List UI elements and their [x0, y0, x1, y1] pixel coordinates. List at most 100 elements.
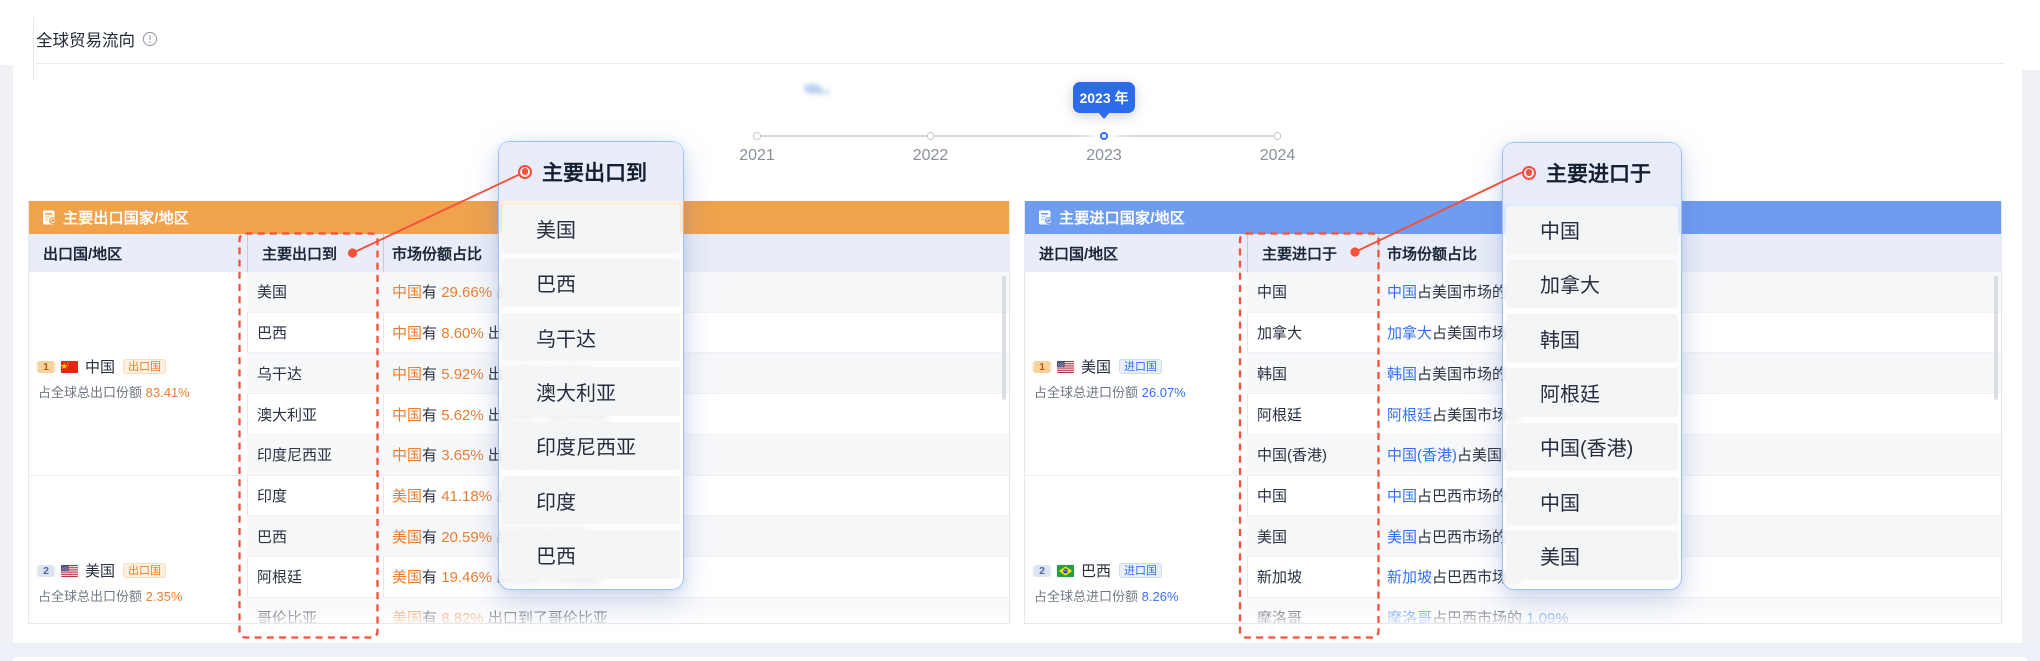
- group-country-name: 美国: [85, 560, 115, 581]
- report-icon-wrap: [1038, 210, 1053, 225]
- partner-cell[interactable]: 韩国: [1247, 363, 1378, 384]
- popup-list-item[interactable]: 印度尼西亚: [502, 422, 680, 470]
- share-cell: 阿根廷占美国市场的: [1378, 404, 2001, 425]
- slider-year-label[interactable]: 2022: [891, 147, 971, 165]
- rank-badge: 2: [1034, 565, 1050, 578]
- group-country-name: 美国: [1081, 356, 1111, 377]
- share-value: 83.41%: [146, 385, 190, 400]
- slider-mark-2023[interactable]: [1100, 132, 1109, 141]
- share-country: 中国: [392, 407, 422, 424]
- popup-list-item[interactable]: 美国: [1506, 531, 1678, 579]
- artifact-smudge: [799, 81, 843, 98]
- partner-cell[interactable]: 乌干达: [247, 363, 383, 384]
- slider-year-label[interactable]: 2023: [1064, 147, 1144, 165]
- partner-cell[interactable]: 阿根廷: [1247, 404, 1378, 425]
- radio-selected-icon[interactable]: [518, 165, 532, 179]
- popup-list-item[interactable]: 乌干达: [502, 313, 680, 361]
- share-cell: 美国有 41.18% 出口到了印度: [383, 485, 1009, 506]
- trade-role-badge: 出口国: [123, 359, 166, 374]
- popup-list: 中国加拿大韩国阿根廷中国(香港)中国美国: [1503, 202, 1681, 580]
- popup-list-item[interactable]: 中国: [1506, 206, 1678, 254]
- share-label: 占全球总出口份额: [38, 385, 142, 400]
- global-share-line: 占全球总进口份额 8.26%: [1034, 586, 1247, 605]
- partner-cell[interactable]: 美国: [1247, 526, 1378, 547]
- partner-cell[interactable]: 美国: [247, 281, 383, 302]
- col-header-country[interactable]: 出口国/地区: [29, 243, 247, 264]
- share-country: 美国: [392, 610, 422, 624]
- flag-brazil: [1057, 565, 1074, 577]
- partner-cell[interactable]: 新加坡: [1247, 566, 1378, 587]
- partner-cell[interactable]: 巴西: [247, 322, 383, 343]
- share-mid: 有: [422, 325, 441, 342]
- share-cell: 新加坡占巴西市场的: [1378, 566, 2001, 587]
- share-pct: 5.92%: [441, 366, 484, 383]
- scrollbar-thumb[interactable]: [1994, 276, 1999, 400]
- share-country: 韩国: [1387, 366, 1417, 383]
- title-divider: [36, 63, 2004, 64]
- popup-list-item[interactable]: 巴西: [502, 530, 680, 578]
- trade-role-badge: 进口国: [1119, 359, 1162, 374]
- col-header-partner[interactable]: 主要进口于: [1247, 243, 1378, 264]
- year-tooltip-arrow: [1098, 112, 1110, 119]
- year-slider-rail[interactable]: [757, 135, 1277, 137]
- share-pct: 19.46%: [441, 569, 492, 586]
- partner-cell[interactable]: 阿根廷: [247, 566, 383, 587]
- slider-year-label[interactable]: 2021: [717, 147, 797, 165]
- share-cell: 中国有 5.92% 出口到了乌干达: [383, 363, 1009, 384]
- partner-cell[interactable]: 巴西: [247, 526, 383, 547]
- slider-year-label[interactable]: 2024: [1238, 147, 1318, 165]
- share-mid: 有: [422, 407, 441, 424]
- share-country: 加拿大: [1387, 325, 1432, 342]
- popup-list-item[interactable]: 韩国: [1506, 314, 1678, 362]
- share-country: 美国: [392, 569, 422, 586]
- share-pct: 29.66%: [441, 284, 492, 301]
- popup-title-row: 主要出口到: [499, 142, 683, 201]
- col-header-partner[interactable]: 主要出口到: [247, 243, 383, 264]
- scrollbar-thumb[interactable]: [1002, 276, 1007, 400]
- column-divider-header: [1378, 234, 1379, 272]
- share-cell: 加拿大占美国市场的: [1378, 322, 2001, 343]
- partner-cell[interactable]: 中国: [1247, 485, 1378, 506]
- global-share-line: 占全球总进口份额 26.07%: [1034, 382, 1247, 401]
- share-label: 占全球总进口份额: [1034, 589, 1138, 604]
- flag-usa: [1057, 361, 1074, 373]
- col-header-share[interactable]: 市场份额占比: [383, 243, 1009, 264]
- slider-mark-2024[interactable]: [1274, 132, 1282, 140]
- share-country: 中国: [392, 325, 422, 342]
- flag-china-icon: [61, 361, 78, 373]
- popup-list-item[interactable]: 阿根廷: [1506, 368, 1678, 416]
- partner-cell[interactable]: 澳大利亚: [247, 404, 383, 425]
- partner-cell[interactable]: 加拿大: [1247, 322, 1378, 343]
- rank-badge: 1: [1034, 361, 1050, 374]
- share-cell: 美国有 8.82% 出口到了哥伦比亚: [383, 607, 1009, 624]
- popup-list-item[interactable]: 中国: [1506, 477, 1678, 525]
- partner-cell[interactable]: 哥伦比亚: [247, 607, 383, 624]
- partner-cell[interactable]: 印度尼西亚: [247, 444, 383, 465]
- group-country-cell: 2 巴西 进口国 占全球总进口份额 8.26%: [1025, 476, 1247, 624]
- share-cell: 中国有 29.66% 出口到了美国: [383, 281, 1009, 302]
- info-icon[interactable]: [142, 31, 158, 47]
- share-pct: 3.65%: [441, 447, 484, 464]
- slider-mark-2021[interactable]: [753, 132, 761, 140]
- share-cell: 中国占美国市场的: [1378, 281, 2001, 302]
- radio-selected-icon[interactable]: [1522, 166, 1536, 180]
- col-header-share[interactable]: 市场份额占比: [1378, 243, 2001, 264]
- partner-cell[interactable]: 中国: [1247, 281, 1378, 302]
- popup-list-item[interactable]: 巴西: [502, 259, 680, 307]
- slider-mark-2022[interactable]: [927, 132, 935, 140]
- info-icon-wrap: [142, 31, 158, 47]
- col-header-country[interactable]: 进口国/地区: [1025, 243, 1247, 264]
- table-row: 摩洛哥 摩洛哥占巴西市场的 1.09%: [1247, 598, 2001, 624]
- partner-cell[interactable]: 中国(香港): [1247, 444, 1378, 465]
- share-country: 新加坡: [1387, 569, 1432, 586]
- share-pct: 20.59%: [441, 529, 492, 546]
- popup-list-item[interactable]: 加拿大: [1506, 260, 1678, 308]
- partner-cell[interactable]: 印度: [247, 485, 383, 506]
- partner-cell[interactable]: 摩洛哥: [1247, 607, 1378, 624]
- popup-list-item[interactable]: 澳大利亚: [502, 367, 680, 415]
- popup-list-item[interactable]: 中国(香港): [1506, 423, 1678, 471]
- share-mid: 有: [422, 284, 441, 301]
- share-value: 26.07%: [1142, 385, 1186, 400]
- popup-list-item[interactable]: 美国: [502, 205, 680, 253]
- popup-list-item[interactable]: 印度: [502, 476, 680, 524]
